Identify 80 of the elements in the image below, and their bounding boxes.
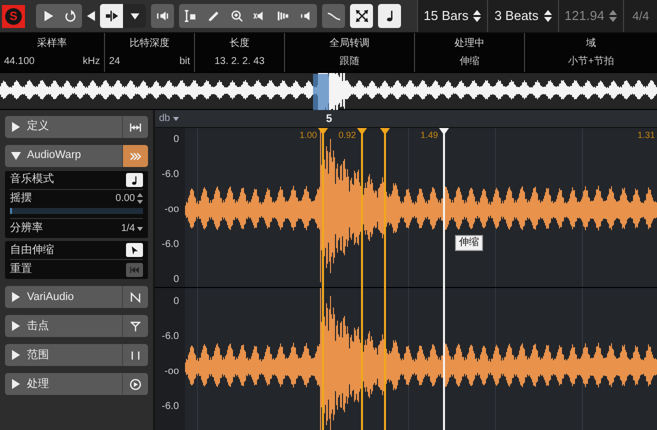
tooltip: 伸缩 bbox=[455, 235, 483, 251]
range-bars-icon bbox=[129, 348, 142, 362]
section-toggle[interactable]: VariAudio bbox=[5, 286, 122, 308]
level-bars-icon bbox=[276, 9, 290, 23]
unit-dropdown[interactable]: db bbox=[155, 110, 185, 127]
resolution-dropdown[interactable]: 1/4 bbox=[121, 222, 143, 235]
info-label: 处理中 bbox=[454, 38, 486, 50]
speaker-icon bbox=[156, 9, 170, 23]
pencil-icon bbox=[206, 9, 220, 23]
app-logo: S bbox=[2, 4, 25, 28]
scale-label: -6.0 bbox=[162, 331, 179, 343]
cursor-arrow-icon bbox=[129, 244, 140, 256]
info-label: 比特深度 bbox=[128, 38, 170, 50]
parameter-label: 分辨率 bbox=[10, 222, 43, 236]
scale-label: 0 bbox=[173, 134, 179, 146]
rewind-icon bbox=[129, 264, 140, 275]
section-toggle[interactable]: 定义 bbox=[5, 116, 122, 138]
warp-factor-label: 1.49 bbox=[420, 130, 438, 141]
scale-label: 0 bbox=[173, 274, 179, 286]
info-value: 跟随 bbox=[340, 56, 360, 68]
cross-arrows-button[interactable] bbox=[350, 4, 373, 28]
parameter-value: 0.00 bbox=[116, 192, 135, 205]
info-label: 长度 bbox=[228, 38, 250, 50]
info-value: 小节+节拍 bbox=[568, 56, 614, 68]
scale-label: -oo bbox=[164, 366, 179, 378]
slider-track[interactable] bbox=[10, 208, 143, 214]
up-down-arrows-icon bbox=[137, 193, 143, 204]
info-value: 伸缩 bbox=[460, 56, 480, 68]
loop-icon bbox=[64, 9, 78, 23]
warp-marker[interactable] bbox=[318, 128, 328, 430]
range-arrows-icon bbox=[129, 120, 142, 134]
parameter-label: 音乐模式 bbox=[10, 173, 54, 187]
ruler-label: 5 bbox=[326, 113, 332, 126]
cross-arrows-icon bbox=[354, 9, 368, 23]
parameter-label: 自由伸缩 bbox=[10, 244, 54, 257]
section-tool-button[interactable] bbox=[122, 145, 148, 167]
info-label: 采样率 bbox=[36, 38, 68, 50]
up-down-arrows-icon bbox=[473, 10, 482, 22]
speaker-icon bbox=[298, 9, 312, 23]
zoom-icon bbox=[230, 9, 244, 23]
info-label: 域 bbox=[585, 38, 597, 50]
section-toggle[interactable]: 处理 bbox=[5, 373, 122, 396]
music-note-button[interactable] bbox=[378, 4, 401, 28]
toggle-button[interactable] bbox=[126, 173, 143, 187]
caret-icon bbox=[137, 226, 143, 232]
up-down-arrows-icon bbox=[609, 10, 618, 22]
section-toggle[interactable]: AudioWarp bbox=[5, 145, 122, 167]
scale-label: -6.0 bbox=[162, 239, 179, 251]
warp-factor-label: 0.92 bbox=[338, 130, 356, 141]
info-value: 44.100 bbox=[4, 56, 35, 68]
parameter-label: 摇摆 bbox=[10, 192, 32, 206]
caret-icon bbox=[173, 116, 180, 122]
info-label: 全局转调 bbox=[328, 38, 370, 50]
warp-factor-label: 1.00 bbox=[299, 130, 317, 141]
scale-label: -6.0 bbox=[162, 169, 179, 181]
split-arrow-icon bbox=[104, 9, 118, 23]
section-toggle[interactable]: 范围 bbox=[5, 344, 122, 366]
info-value: 13. 2. 2. 43 bbox=[214, 56, 265, 68]
info-value: 24 bbox=[109, 56, 120, 68]
scale-label: -oo bbox=[164, 204, 179, 216]
left-triangle-icon bbox=[87, 11, 95, 21]
parameter-label: 重置 bbox=[10, 263, 32, 276]
caret-button[interactable] bbox=[123, 4, 146, 28]
reset-button[interactable] bbox=[126, 262, 143, 277]
pitch-line-icon bbox=[129, 290, 142, 304]
info-unit: kHz bbox=[82, 56, 100, 68]
toggle-button[interactable] bbox=[126, 243, 143, 258]
funnel-icon bbox=[129, 320, 142, 333]
warp-factor-label: 1.31 bbox=[637, 130, 655, 141]
info-unit: bit bbox=[179, 56, 190, 68]
section-toggle[interactable]: 击点 bbox=[5, 315, 122, 338]
warp-marker[interactable] bbox=[380, 128, 390, 430]
scale-label: -6.0 bbox=[162, 401, 179, 413]
warp-marker[interactable] bbox=[439, 128, 449, 430]
up-down-arrows-icon bbox=[544, 10, 552, 22]
scale-label: 0 bbox=[173, 296, 179, 308]
play-circle-icon bbox=[129, 378, 142, 391]
text-cursor-icon bbox=[184, 9, 198, 23]
split-arrow-button[interactable] bbox=[100, 4, 123, 28]
warp-marker[interactable] bbox=[357, 128, 367, 430]
